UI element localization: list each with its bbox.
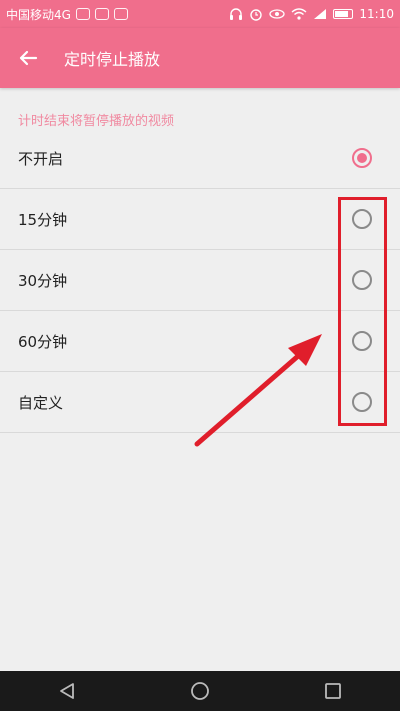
triangle-back-icon bbox=[59, 683, 74, 699]
message-icon bbox=[113, 8, 128, 20]
radio-button[interactable] bbox=[352, 209, 372, 229]
timer-options-list: 不开启 15分钟 30分钟 60分钟 自定义 bbox=[0, 128, 400, 433]
option-custom[interactable]: 自定义 bbox=[0, 372, 400, 433]
status-left: 中国移动4G bbox=[6, 6, 128, 23]
option-60min[interactable]: 60分钟 bbox=[0, 311, 400, 372]
battery-icon bbox=[333, 9, 354, 19]
option-label: 自定义 bbox=[18, 393, 64, 412]
radio-button[interactable] bbox=[352, 148, 372, 168]
notification-icon bbox=[75, 8, 90, 20]
screen: 中国移动4G 11:10 定时停止播放 计时结束将暂停播放的视频 不开启 15分… bbox=[0, 0, 400, 711]
option-label: 30分钟 bbox=[18, 271, 68, 290]
status-time: 11:10 bbox=[359, 7, 394, 21]
option-15min[interactable]: 15分钟 bbox=[0, 189, 400, 250]
option-label: 15分钟 bbox=[18, 210, 68, 229]
navigation-bar bbox=[0, 671, 400, 711]
option-label: 60分钟 bbox=[18, 332, 68, 351]
option-off[interactable]: 不开启 bbox=[0, 128, 400, 189]
carrier-text: 中国移动4G bbox=[6, 7, 71, 22]
signal-icon bbox=[314, 9, 327, 19]
app-bar: 定时停止播放 bbox=[0, 28, 400, 88]
wifi-icon bbox=[291, 8, 307, 20]
radio-button[interactable] bbox=[352, 270, 372, 290]
radio-button[interactable] bbox=[352, 392, 372, 412]
nav-back-button[interactable] bbox=[47, 671, 87, 711]
option-30min[interactable]: 30分钟 bbox=[0, 250, 400, 311]
alarm-icon bbox=[250, 9, 263, 21]
app-notification-icon bbox=[94, 8, 109, 20]
square-recent-icon bbox=[325, 683, 342, 699]
nav-recent-button[interactable] bbox=[313, 671, 353, 711]
nav-home-button[interactable] bbox=[180, 671, 220, 711]
back-button[interactable] bbox=[0, 28, 56, 88]
arrow-left-icon bbox=[19, 50, 38, 66]
headphone-icon bbox=[230, 8, 243, 20]
eye-icon bbox=[269, 9, 286, 19]
page-title: 定时停止播放 bbox=[64, 50, 161, 69]
status-bar: 中国移动4G 11:10 bbox=[0, 0, 400, 28]
section-hint: 计时结束将暂停播放的视频 bbox=[18, 114, 175, 129]
option-label: 不开启 bbox=[18, 149, 64, 168]
circle-home-icon bbox=[191, 682, 209, 700]
radio-button[interactable] bbox=[352, 331, 372, 351]
status-right: 11:10 bbox=[229, 7, 394, 21]
